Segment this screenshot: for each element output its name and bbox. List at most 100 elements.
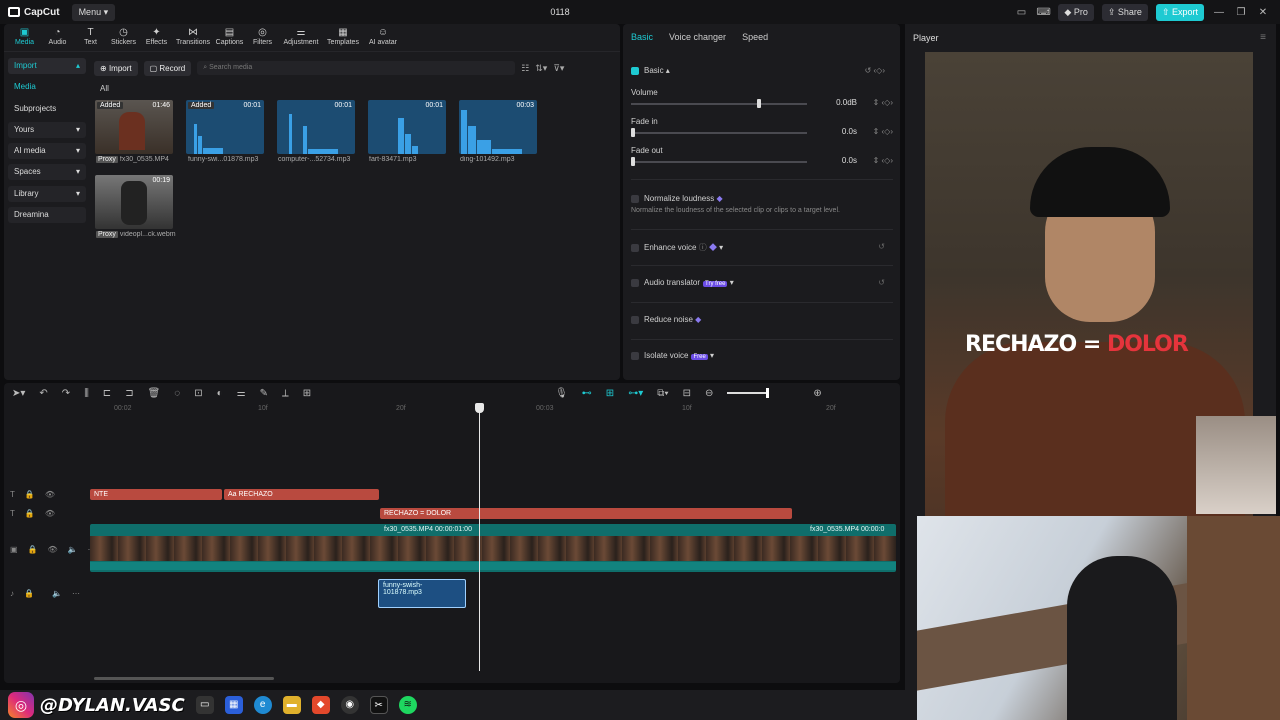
tool-adjustment[interactable]: ⚌ Adjustment: [279, 24, 323, 51]
reduce-noise-checkbox[interactable]: [631, 315, 639, 324]
fit-icon[interactable]: ⊟: [683, 388, 691, 399]
sidebar-item-media[interactable]: Media: [8, 79, 86, 95]
tab-basic[interactable]: Basic: [631, 32, 653, 50]
sidebar-item-spaces[interactable]: Spaces ▾: [8, 164, 86, 181]
basic-checkbox[interactable]: [631, 66, 639, 75]
tool-text[interactable]: T Text: [74, 24, 107, 51]
mask-icon[interactable]: ◌: [174, 388, 180, 399]
fade-out-slider-handle[interactable]: [631, 157, 635, 166]
translator-checkbox[interactable]: [631, 278, 639, 287]
timeline-ruler[interactable]: 00:02 10f 20f 00:03 10f 20f: [90, 405, 896, 417]
volume-value[interactable]: 0.0dB: [836, 98, 857, 107]
layout-icon[interactable]: ▭: [1014, 7, 1028, 18]
lock-icon[interactable]: 🔒: [28, 545, 38, 557]
volume-slider[interactable]: [631, 103, 807, 105]
fade-in-slider[interactable]: [631, 132, 807, 134]
lock-icon[interactable]: 🔒: [25, 509, 35, 521]
select-tool-icon[interactable]: ➤▾: [12, 388, 25, 399]
audio-translator-row[interactable]: Audio translator Try free ▾ ↺: [631, 278, 893, 287]
media-item-webm[interactable]: 00:19: [95, 175, 173, 229]
zoom-in-icon[interactable]: ⊕: [813, 388, 821, 399]
pro-button[interactable]: ◆ Pro: [1058, 3, 1094, 21]
sort-icon[interactable]: ⇅▾: [535, 63, 547, 74]
zoom-out-icon[interactable]: ⊖: [705, 388, 713, 399]
delete-icon[interactable]: 🗑: [148, 388, 161, 399]
lock-icon[interactable]: 🔒: [25, 490, 35, 502]
audio-split-icon[interactable]: ⟂: [282, 388, 289, 399]
keyframe-icon[interactable]: ⇕ ‹◇›: [873, 127, 893, 136]
reset-icon[interactable]: ↺: [878, 278, 885, 287]
preview-axis-icon[interactable]: ⊶▾: [628, 388, 643, 399]
volume-icon[interactable]: 🔈: [68, 545, 78, 557]
sidebar-item-yours[interactable]: Yours ▾: [8, 121, 86, 138]
keyframe-icon[interactable]: ⇕ ‹◇›: [873, 156, 893, 165]
timeline-scrollbar[interactable]: [94, 677, 274, 680]
reduce-noise-row[interactable]: Reduce noise ◆: [631, 315, 893, 324]
playhead[interactable]: [479, 405, 480, 671]
file-explorer-icon[interactable]: ▬: [282, 696, 301, 714]
tool-ai-avatar[interactable]: ☺ AI avatar: [363, 24, 403, 51]
normalize-loudness-row[interactable]: Normalize loudness ◆ Normalize the loudn…: [631, 194, 893, 214]
import-button[interactable]: ⊕ Import: [94, 60, 138, 76]
lock-icon[interactable]: 🔒: [24, 589, 34, 601]
text-clip[interactable]: NTE: [90, 489, 222, 500]
thumbnail-icon[interactable]: ⊞: [303, 388, 311, 399]
reset-icon[interactable]: ↺: [878, 242, 885, 251]
video-clip[interactable]: fx30_0535.MP4 00:00:01:00 fx30_0535.MP4 …: [90, 524, 896, 572]
main-track-icon[interactable]: ⧉▾: [657, 388, 668, 399]
eye-icon[interactable]: 👁: [45, 509, 55, 521]
volume-slider-handle[interactable]: [757, 99, 762, 108]
tab-voice-changer[interactable]: Voice changer: [669, 32, 726, 50]
link-icon[interactable]: ⊷: [582, 388, 592, 399]
tool-filters[interactable]: ◎ Filters: [246, 24, 279, 51]
adjust-icon[interactable]: ⚌: [237, 388, 246, 399]
volume-icon[interactable]: 🔈: [52, 589, 62, 601]
redo-icon[interactable]: ↷: [62, 388, 70, 399]
normalize-checkbox[interactable]: [631, 194, 639, 203]
eye-icon[interactable]: 👁: [48, 545, 58, 557]
task-view-icon[interactable]: ▭: [195, 696, 214, 714]
tool-effects[interactable]: ✦ Effects: [140, 24, 173, 51]
text-clip[interactable]: Aa RECHAZO: [224, 489, 379, 500]
spotify-icon[interactable]: ≋: [398, 696, 417, 714]
tool-transitions[interactable]: ⋈ Transitions: [173, 24, 213, 51]
fade-out-slider[interactable]: [631, 161, 807, 163]
ai-edit-icon[interactable]: ✎: [260, 388, 268, 399]
player-menu-icon[interactable]: ≡: [1260, 32, 1266, 43]
maximize-icon[interactable]: ❐: [1234, 7, 1248, 18]
edge-icon[interactable]: e: [253, 696, 272, 714]
media-item-audio[interactable]: 00:01: [277, 100, 355, 154]
tool-stickers[interactable]: ◷ Stickers: [107, 24, 140, 51]
reset-icon[interactable]: ↺ ‹◇›: [865, 66, 885, 75]
search-input[interactable]: ⌕ Search media: [197, 61, 516, 75]
keyframe-icon[interactable]: ⇕ ‹◇›: [873, 98, 893, 107]
minimize-icon[interactable]: —: [1212, 7, 1226, 18]
fade-out-value[interactable]: 0.0s: [842, 156, 857, 165]
crop-icon[interactable]: ⊡: [194, 388, 202, 399]
enhance-voice-row[interactable]: Enhance voice ⓘ ◆ ▾ ↺: [631, 242, 893, 253]
isolate-voice-row[interactable]: Isolate voice Free ▾: [631, 351, 893, 360]
filter-icon[interactable]: ⊽▾: [553, 63, 564, 74]
media-item-video[interactable]: Added 01:46: [95, 100, 173, 154]
eye-icon[interactable]: 👁: [45, 490, 55, 502]
shortcuts-icon[interactable]: ⌨: [1036, 7, 1050, 18]
media-item-audio[interactable]: Added 00:01: [186, 100, 264, 154]
store-icon[interactable]: ▦: [224, 696, 243, 714]
snap-icon[interactable]: ⊞: [606, 388, 614, 399]
basic-section-header[interactable]: Basic ▴ ↺ ‹◇›: [631, 66, 893, 75]
fade-in-slider-handle[interactable]: [631, 128, 635, 137]
enhance-checkbox[interactable]: [631, 243, 639, 252]
split-right-icon[interactable]: ⊐: [125, 388, 133, 399]
brave-icon[interactable]: ◆: [311, 696, 330, 714]
share-button[interactable]: ⇪ Share: [1101, 3, 1148, 21]
export-button[interactable]: ⇧ Export: [1155, 3, 1204, 21]
tool-captions[interactable]: ▤ Captions: [213, 24, 246, 51]
view-toggle-icon[interactable]: ☷: [521, 63, 529, 74]
undo-icon[interactable]: ↶: [39, 388, 47, 399]
more-icon[interactable]: ⋯: [72, 589, 80, 601]
capcut-taskbar-icon[interactable]: ✂: [369, 696, 388, 714]
close-icon[interactable]: ✕: [1256, 7, 1270, 18]
tool-audio[interactable]: ◔ Audio: [41, 24, 74, 51]
sidebar-item-import[interactable]: Import ▴: [8, 58, 86, 74]
fade-in-value[interactable]: 0.0s: [842, 127, 857, 136]
